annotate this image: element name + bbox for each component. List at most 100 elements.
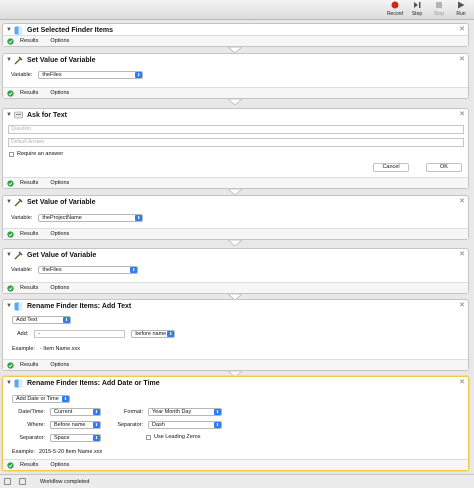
disclosure-triangle-icon[interactable]: ▼	[6, 57, 13, 63]
success-check-icon	[7, 230, 14, 238]
leading-zeros-row[interactable]: Use Leading Zeros	[146, 434, 200, 440]
variable-popup[interactable]: theProjectName ⬍	[38, 214, 144, 222]
action-title: Set Value of Variable	[27, 56, 96, 64]
variable-label: Variable:	[11, 72, 33, 78]
add-label: Add:	[17, 331, 29, 337]
success-check-icon	[7, 179, 14, 187]
variable-icon	[13, 55, 23, 65]
datetime-popup[interactable]: Current ⬍	[50, 408, 101, 416]
add-text-field[interactable]: -	[34, 330, 126, 338]
format-label: Format:	[124, 409, 143, 415]
results-tab[interactable]: Results	[20, 285, 38, 291]
close-icon[interactable]: ✕	[459, 301, 465, 309]
require-answer-row[interactable]: Require an answer	[9, 151, 63, 157]
disclosure-triangle-icon[interactable]: ▼	[6, 252, 13, 258]
options-tab[interactable]: Options	[50, 285, 69, 291]
require-answer-checkbox[interactable]	[9, 151, 14, 157]
default-answer-field[interactable]: Default Answer	[8, 138, 464, 147]
question-field[interactable]: Question	[8, 125, 464, 134]
action-rename-add-text[interactable]: ▼ Rename Finder Items: Add Text ✕ Add Te…	[2, 299, 469, 371]
log-view-icon[interactable]	[4, 478, 11, 485]
format-row: Format: Year Month Day ⬍	[108, 408, 222, 416]
results-tab[interactable]: Results	[20, 38, 38, 44]
action-header: ▼ Ask for Text ✕	[3, 109, 468, 121]
close-icon[interactable]: ✕	[459, 250, 465, 258]
where-popup[interactable]: Before name ⬍	[50, 421, 101, 429]
stop-button[interactable]: Stop	[428, 1, 450, 19]
results-tab[interactable]: Results	[20, 462, 38, 468]
close-icon[interactable]: ✕	[459, 197, 465, 205]
success-check-icon	[7, 89, 14, 97]
disclosure-triangle-icon[interactable]: ▼	[6, 112, 13, 118]
separator2-popup[interactable]: Dash ⬍	[148, 421, 222, 429]
results-tab[interactable]: Results	[20, 180, 38, 186]
close-icon[interactable]: ✕	[459, 25, 465, 33]
separator-popup[interactable]: Space ⬍	[50, 434, 101, 442]
popup-arrows-icon: ⬍	[62, 396, 69, 402]
action-title: Ask for Text	[27, 111, 67, 119]
action-header: ▼ Get Value of Variable ✕	[3, 249, 468, 261]
success-check-icon	[7, 361, 14, 369]
action-title: Get Value of Variable	[27, 251, 97, 259]
action-footer: Results Options	[3, 228, 468, 239]
action-header: ▼ Rename Finder Items: Add Date or Time …	[3, 377, 468, 389]
example-row: Example: 2015-5-20 Item Name.xxx	[12, 449, 102, 455]
action-get-value-of-variable[interactable]: ▼ Get Value of Variable ✕ Variable: theF…	[2, 248, 469, 294]
options-tab[interactable]: Options	[50, 38, 69, 44]
action-ask-for-text[interactable]: ▼ Ask for Text ✕ Question Default Answer…	[2, 108, 469, 189]
options-tab[interactable]: Options	[50, 90, 69, 96]
cancel-button[interactable]: Cancel	[373, 163, 409, 172]
disclosure-triangle-icon[interactable]: ▼	[6, 303, 13, 309]
options-tab[interactable]: Options	[50, 462, 69, 468]
options-tab[interactable]: Options	[50, 362, 69, 368]
variable-label: Variable:	[11, 215, 33, 221]
variables-view-icon[interactable]	[19, 478, 26, 485]
results-tab[interactable]: Results	[20, 231, 38, 237]
action-get-selected-finder-items[interactable]: ▼ Get Selected Finder Items ✕ Results Op…	[2, 23, 469, 47]
disclosure-triangle-icon[interactable]: ▼	[6, 199, 13, 205]
popup-arrows-icon: ⬍	[135, 72, 143, 78]
rename-mode-popup[interactable]: Add Text ⬍	[12, 316, 71, 324]
datetime-row: Date/Time: Current ⬍	[15, 408, 101, 416]
popup-arrows-icon: ⬍	[93, 435, 100, 441]
step-button[interactable]: Step	[406, 1, 428, 19]
separator2-row: Separator: Dash ⬍	[108, 421, 222, 429]
results-tab[interactable]: Results	[20, 362, 38, 368]
prompt-icon	[13, 110, 23, 120]
leading-zeros-checkbox[interactable]	[146, 434, 151, 440]
results-tab[interactable]: Results	[20, 90, 38, 96]
workflow-area: ▼ Get Selected Finder Items ✕ Results Op…	[0, 21, 474, 474]
ok-button[interactable]: OK	[426, 163, 462, 172]
leading-zeros-label: Use Leading Zeros	[154, 434, 201, 440]
record-icon	[384, 1, 406, 11]
disclosure-triangle-icon[interactable]: ▼	[6, 27, 13, 33]
action-set-value-of-variable-2[interactable]: ▼ Set Value of Variable ✕ Variable: theP…	[2, 195, 469, 240]
close-icon[interactable]: ✕	[459, 378, 465, 386]
run-button[interactable]: Run	[450, 1, 472, 19]
popup-arrows-icon: ⬍	[167, 331, 175, 337]
options-tab[interactable]: Options	[50, 180, 69, 186]
format-popup[interactable]: Year Month Day ⬍	[148, 408, 222, 416]
action-footer: Results Options	[3, 459, 468, 470]
variable-popup[interactable]: theFiles ⬍	[38, 71, 144, 79]
record-button[interactable]: Record	[384, 1, 406, 19]
close-icon[interactable]: ✕	[459, 110, 465, 118]
position-popup[interactable]: before name ⬍	[131, 330, 176, 338]
options-tab[interactable]: Options	[50, 231, 69, 237]
popup-arrows-icon: ⬍	[135, 215, 143, 221]
variable-icon	[13, 197, 23, 207]
action-set-value-of-variable-1[interactable]: ▼ Set Value of Variable ✕ Variable: theF…	[2, 53, 469, 99]
require-answer-label: Require an answer	[17, 151, 64, 157]
close-icon[interactable]: ✕	[459, 55, 465, 63]
finder-icon	[13, 378, 23, 388]
run-icon	[450, 1, 472, 11]
action-footer: Results Options	[3, 87, 468, 98]
action-rename-add-date-or-time[interactable]: ▼ Rename Finder Items: Add Date or Time …	[2, 376, 469, 471]
toolbar: Record Step Stop Run	[0, 0, 474, 20]
success-check-icon	[7, 284, 14, 292]
rename-mode-popup[interactable]: Add Date or Time ⬍	[12, 395, 70, 403]
disclosure-triangle-icon[interactable]: ▼	[6, 380, 13, 386]
variable-popup[interactable]: theFiles ⬍	[38, 266, 139, 274]
action-footer: Results Options	[3, 282, 468, 293]
example-label: Example:	[12, 346, 35, 352]
